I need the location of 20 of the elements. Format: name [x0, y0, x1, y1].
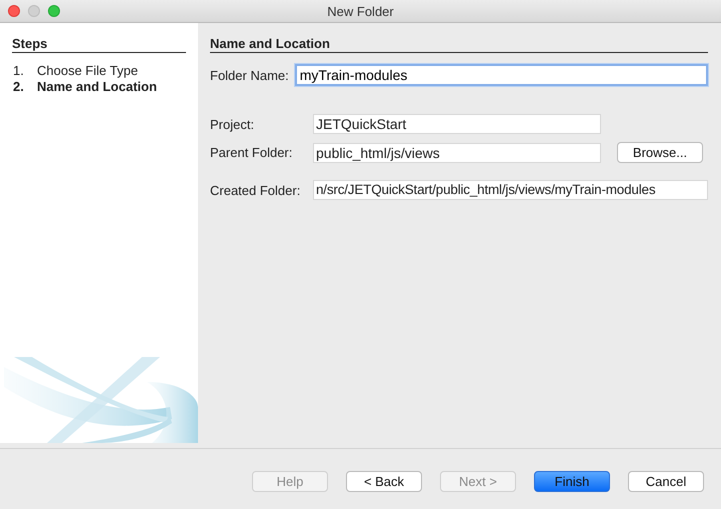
window-title: New Folder — [327, 4, 394, 18]
step-item: 1. Choose File Type — [13, 63, 139, 79]
zoom-icon[interactable] — [48, 5, 60, 17]
text-field[interactable]: public_html/js/views — [313, 142, 601, 162]
dialog-button[interactable]: Cancel — [628, 470, 704, 492]
close-icon[interactable] — [8, 5, 20, 17]
dialog-button[interactable]: < Back — [346, 470, 422, 492]
field-label: Folder Name: — [210, 68, 289, 82]
field-label: Parent Folder: — [210, 145, 294, 160]
browse-button[interactable]: Browse... — [617, 142, 703, 163]
dialog-button[interactable]: Finish — [534, 470, 610, 492]
text-field[interactable]: n/src/JETQuickStart/public_html/js/views/myTrain-modules — [313, 180, 708, 200]
text-field[interactable]: JETQuickStart — [313, 114, 601, 134]
steps-heading: Steps — [12, 36, 186, 53]
folder-name-field[interactable]: myTrain-modules — [294, 64, 708, 86]
field-label: Created Folder: — [210, 182, 302, 198]
field-label: Project: — [210, 116, 256, 132]
minimize-icon[interactable] — [28, 5, 40, 17]
step-item: 2. Name and Location — [13, 79, 158, 95]
section-heading: Name and Location — [210, 36, 708, 53]
